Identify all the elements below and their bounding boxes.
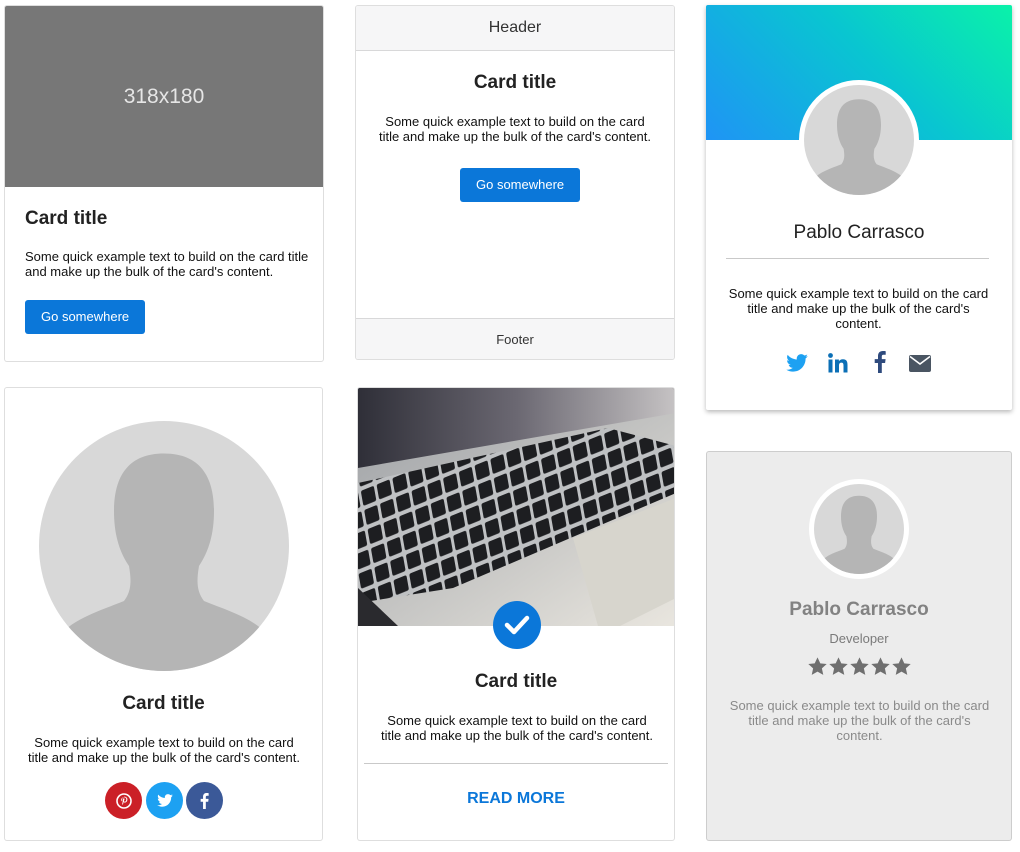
divider bbox=[364, 763, 668, 764]
avatar bbox=[39, 421, 289, 671]
go-somewhere-button[interactable]: Go somewhere bbox=[460, 168, 581, 202]
profile-card-rating: Pablo Carrasco Developer Some quick exam… bbox=[706, 451, 1012, 841]
pinterest-button[interactable] bbox=[105, 782, 142, 819]
star-rating bbox=[807, 656, 912, 678]
read-more-link[interactable]: READ MORE bbox=[358, 790, 674, 808]
card-title: Card title bbox=[25, 208, 108, 229]
check-icon bbox=[504, 615, 530, 635]
star-icon bbox=[829, 657, 848, 675]
card-footer: Footer bbox=[356, 318, 674, 359]
card-text: Some quick example text to build on the … bbox=[378, 114, 652, 144]
envelope-icon[interactable] bbox=[909, 355, 931, 372]
card-text: Some quick example text to build on the … bbox=[27, 735, 301, 765]
card-title: Card title bbox=[473, 72, 557, 93]
facebook-button[interactable] bbox=[186, 782, 223, 819]
image-size-label: 318x180 bbox=[123, 84, 205, 108]
profile-name: Pablo Carrasco bbox=[789, 599, 929, 620]
profile-name: Pablo Carrasco bbox=[793, 222, 925, 243]
facebook-icon[interactable] bbox=[874, 351, 886, 373]
twitter-button[interactable] bbox=[146, 782, 183, 819]
go-somewhere-button[interactable]: Go somewhere bbox=[25, 300, 146, 334]
avatar bbox=[809, 479, 909, 579]
card-title: Card title bbox=[122, 693, 205, 714]
avatar-card: Card title Some quick example text to bu… bbox=[4, 387, 323, 841]
avatar bbox=[799, 80, 919, 200]
card-text: Some quick example text to build on the … bbox=[25, 249, 309, 279]
check-badge bbox=[493, 601, 541, 649]
card-header: Header bbox=[356, 6, 674, 51]
facebook-icon bbox=[200, 792, 209, 809]
twitter-icon[interactable] bbox=[786, 354, 808, 372]
pinterest-icon bbox=[115, 792, 132, 809]
divider bbox=[726, 258, 989, 259]
card-image-placeholder: 318x180 Card title Some quick example te… bbox=[4, 5, 324, 362]
card-text: Some quick example text to build on the … bbox=[729, 698, 990, 743]
card-header-footer: Header Card title Some quick example tex… bbox=[355, 5, 675, 360]
profile-card-gradient: Pablo Carrasco Some quick example text t… bbox=[706, 5, 1012, 410]
laptop-photo bbox=[358, 388, 674, 626]
card-text: Some quick example text to build on the … bbox=[728, 286, 989, 331]
image-card: Card title Some quick example text to bu… bbox=[357, 387, 675, 841]
linkedin-icon[interactable] bbox=[828, 353, 848, 373]
star-icon bbox=[850, 657, 869, 675]
image-placeholder: 318x180 bbox=[5, 6, 323, 187]
twitter-icon bbox=[156, 794, 173, 807]
profile-role: Developer bbox=[829, 631, 889, 646]
star-icon bbox=[892, 657, 911, 675]
card-title: Card title bbox=[474, 671, 558, 692]
star-icon bbox=[808, 657, 827, 675]
card-text: Some quick example text to build on the … bbox=[380, 713, 654, 743]
star-icon bbox=[871, 657, 890, 675]
